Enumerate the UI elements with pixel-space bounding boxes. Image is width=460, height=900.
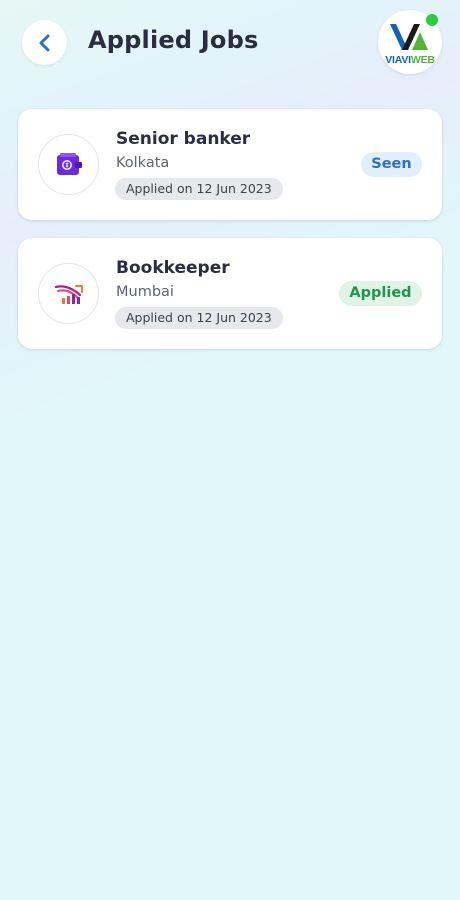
growth-chart-logo-icon bbox=[54, 284, 83, 304]
applied-date-badge: Applied on 12 Jun 2023 bbox=[115, 178, 283, 200]
page-title: Applied Jobs bbox=[88, 26, 259, 54]
wallet-icon bbox=[56, 152, 82, 175]
company-logo bbox=[38, 263, 99, 324]
company-logo bbox=[38, 134, 99, 195]
job-title: Senior banker bbox=[116, 129, 251, 149]
logo-text-via: VIAVI bbox=[385, 54, 411, 66]
logo-text-web: WEB bbox=[410, 54, 435, 66]
job-location: Kolkata bbox=[116, 155, 170, 171]
job-card-senior-banker[interactable]: Senior banker Kolkata Applied on 12 Jun … bbox=[18, 109, 442, 220]
status-badge: Applied bbox=[339, 281, 422, 306]
applied-date-badge: Applied on 12 Jun 2023 bbox=[115, 307, 283, 329]
back-button[interactable] bbox=[22, 20, 67, 65]
app-header: Applied Jobs VIAVIWEB bbox=[0, 0, 460, 90]
job-location: Mumbai bbox=[116, 284, 174, 300]
job-title: Bookkeeper bbox=[116, 258, 230, 278]
chevron-left-icon bbox=[39, 34, 49, 51]
brand-logo: VIAVIWEB bbox=[378, 10, 442, 74]
status-badge: Seen bbox=[361, 152, 422, 177]
job-card-bookkeeper[interactable]: Bookkeeper Mumbai Applied on 12 Jun 2023… bbox=[18, 238, 442, 349]
